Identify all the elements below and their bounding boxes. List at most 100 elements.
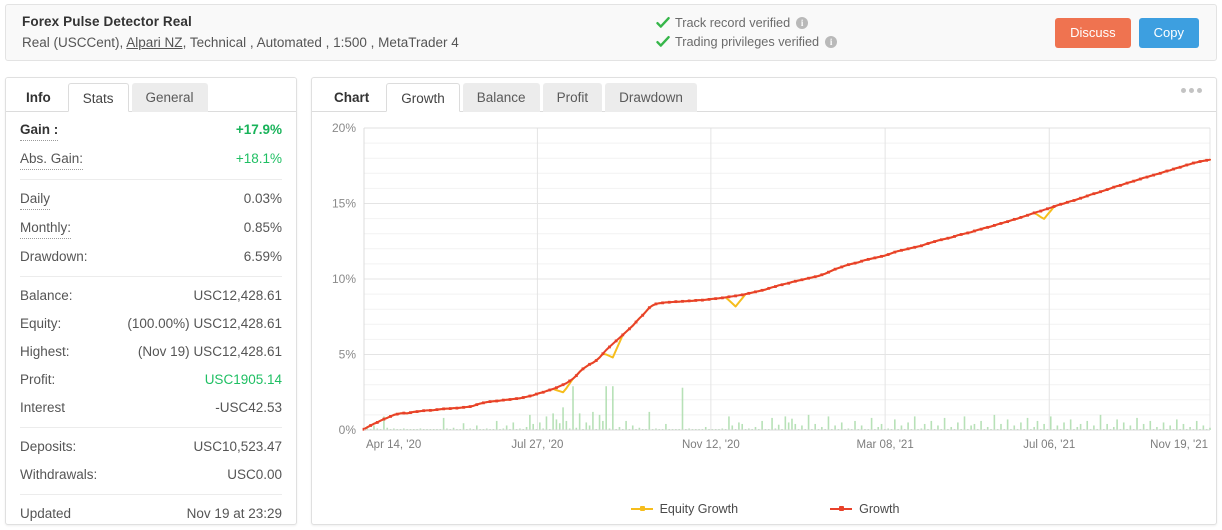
stat-value-wrap: (100.00%) USC12,428.61 bbox=[127, 314, 282, 334]
system-meta-rest: , Technical , Automated , 1:500 , MetaTr… bbox=[182, 34, 459, 50]
tab-balance[interactable]: Balance bbox=[462, 83, 540, 112]
stat-row-balance: Balance: USC12,428.61 bbox=[20, 282, 282, 310]
tab-stats[interactable]: Stats bbox=[67, 83, 129, 112]
svg-text:15%: 15% bbox=[332, 197, 356, 211]
svg-text:Nov 12, '20: Nov 12, '20 bbox=[682, 439, 740, 451]
divider bbox=[20, 427, 282, 428]
tab-info[interactable]: Info bbox=[12, 83, 65, 112]
verification-list: Track record verified i Trading privileg… bbox=[646, 13, 1055, 52]
legend-swatch-growth bbox=[830, 506, 853, 511]
stat-label: Interest bbox=[20, 400, 66, 415]
account-type: Real (USCCent), bbox=[22, 34, 124, 50]
stat-value: Nov 19 at 23:29 bbox=[186, 506, 282, 521]
stat-row-abs-gain: Abs. Gain: +18.1% bbox=[20, 145, 282, 174]
stat-value: USC12,428.61 bbox=[193, 288, 282, 303]
stat-label[interactable]: Monthly: bbox=[20, 218, 72, 239]
stat-label[interactable]: Abs. Gain: bbox=[20, 149, 84, 170]
page-root: Forex Pulse Detector Real Real (USCCent)… bbox=[0, 0, 1222, 530]
growth-chart-svg: 0% 5% 10% 15% 20% Apr 14, '20 Jul 27, '20 Nov 1… bbox=[332, 121, 1211, 451]
divider bbox=[20, 179, 282, 180]
stat-label: Equity: bbox=[20, 316, 62, 331]
svg-text:Mar 08, '21: Mar 08, '21 bbox=[857, 439, 914, 451]
stats-group-meta: Updated Nov 19 at 23:29 Tracking 3 bbox=[20, 500, 282, 524]
stats-group-performance: Daily 0.03% Monthly: 0.85% Drawdown: 6.5… bbox=[20, 185, 282, 271]
stat-value: 0.03% bbox=[243, 191, 282, 206]
stat-label: Drawdown: bbox=[20, 249, 88, 264]
divider bbox=[20, 276, 282, 277]
legend-item-growth[interactable]: Growth bbox=[830, 502, 899, 516]
stats-group-account: Balance: USC12,428.61 Equity: (100.00%) … bbox=[20, 282, 282, 422]
check-icon bbox=[656, 16, 670, 30]
legend-label: Growth bbox=[859, 502, 900, 516]
stat-row-monthly: Monthly: 0.85% bbox=[20, 214, 282, 243]
stat-value-prefix: (Nov 19) bbox=[137, 344, 190, 359]
stat-row-withdrawals: Withdrawals: USC0.00 bbox=[20, 461, 282, 489]
stat-label[interactable]: Daily bbox=[20, 189, 51, 210]
system-header: Forex Pulse Detector Real Real (USCCent)… bbox=[5, 4, 1217, 61]
stat-label[interactable]: Gain : bbox=[20, 120, 59, 141]
tab-drawdown[interactable]: Drawdown bbox=[605, 83, 697, 112]
stat-row-interest: Interest -USC42.53 bbox=[20, 394, 282, 422]
stat-value: 0.85% bbox=[243, 220, 282, 235]
stat-row-daily: Daily 0.03% bbox=[20, 185, 282, 214]
tab-chart[interactable]: Chart bbox=[320, 83, 383, 112]
svg-text:Nov 19, '21: Nov 19, '21 bbox=[1150, 439, 1208, 451]
stat-row-gain: Gain : +17.9% bbox=[20, 116, 282, 145]
header-actions: Discuss Copy bbox=[1055, 17, 1216, 48]
page-title: Forex Pulse Detector Real bbox=[22, 13, 192, 29]
stat-label: Profit: bbox=[20, 372, 56, 387]
check-icon bbox=[656, 35, 670, 49]
stats-tabbar: Info Stats General bbox=[6, 78, 296, 112]
stat-label: Highest: bbox=[20, 344, 70, 359]
stat-value: USC0.00 bbox=[227, 467, 282, 482]
verification-label: Trading privileges verified bbox=[675, 35, 820, 49]
growth-chart: 0% 5% 10% 15% 20% Apr 14, '20 Jul 27, '20 Nov 1… bbox=[312, 112, 1216, 524]
broker-link[interactable]: Alpari NZ bbox=[126, 35, 182, 50]
stat-row-highest: Highest: (Nov 19) USC12,428.61 bbox=[20, 338, 282, 366]
stat-row-updated: Updated Nov 19 at 23:29 bbox=[20, 500, 282, 524]
svg-text:5%: 5% bbox=[339, 348, 357, 362]
system-meta: Real (USCCent), Alpari NZ, Technical , A… bbox=[22, 33, 646, 53]
stat-label: Withdrawals: bbox=[20, 467, 98, 482]
legend-swatch-equity bbox=[630, 506, 653, 511]
stat-label: Balance: bbox=[20, 288, 73, 303]
tab-profit[interactable]: Profit bbox=[542, 83, 603, 112]
stat-value-wrap: (Nov 19) USC12,428.61 bbox=[138, 342, 282, 362]
stat-row-drawdown: Drawdown: 6.59% bbox=[20, 243, 282, 271]
svg-text:Jul 06, '21: Jul 06, '21 bbox=[1023, 439, 1075, 451]
info-icon[interactable]: i bbox=[825, 36, 838, 48]
svg-text:Jul 27, '20: Jul 27, '20 bbox=[511, 439, 563, 451]
svg-text:10%: 10% bbox=[332, 272, 356, 286]
stat-label: Deposits: bbox=[20, 439, 77, 454]
stat-value-prefix: (100.00%) bbox=[127, 316, 190, 331]
divider bbox=[20, 494, 282, 495]
ellipsis-icon[interactable] bbox=[1181, 88, 1202, 93]
chart-tabbar: Chart Growth Balance Profit Drawdown bbox=[312, 78, 1216, 112]
system-identity: Forex Pulse Detector Real Real (USCCent)… bbox=[6, 13, 646, 53]
stat-value: USC12,428.61 bbox=[193, 344, 282, 359]
stat-row-deposits: Deposits: USC10,523.47 bbox=[20, 433, 282, 461]
tab-growth[interactable]: Growth bbox=[386, 83, 460, 112]
stat-value: -USC42.53 bbox=[215, 400, 282, 415]
stat-row-equity: Equity: (100.00%) USC12,428.61 bbox=[20, 310, 282, 338]
svg-text:Apr 14, '20: Apr 14, '20 bbox=[366, 439, 421, 451]
legend-label: Equity Growth bbox=[659, 502, 739, 516]
stat-value: USC12,428.61 bbox=[193, 316, 282, 331]
info-icon[interactable]: i bbox=[796, 17, 809, 29]
tab-general[interactable]: General bbox=[131, 83, 208, 112]
chart-panel: Chart Growth Balance Profit Drawdown 0% 5… bbox=[311, 77, 1217, 525]
stats-panel: Info Stats General Gain : +17.9% Abs. Ga… bbox=[5, 77, 297, 525]
copy-button[interactable]: Copy bbox=[1138, 17, 1199, 48]
stat-value: 6.59% bbox=[243, 249, 282, 264]
svg-text:20%: 20% bbox=[332, 121, 356, 135]
legend-item-equity-growth[interactable]: Equity Growth bbox=[630, 502, 739, 516]
stat-value: USC10,523.47 bbox=[193, 439, 282, 454]
stat-value: +17.9% bbox=[235, 122, 282, 137]
stat-label: Updated bbox=[20, 506, 72, 521]
stats-group-funding: Deposits: USC10,523.47 Withdrawals: USC0… bbox=[20, 433, 282, 489]
stat-value: +18.1% bbox=[235, 151, 282, 166]
discuss-button[interactable]: Discuss bbox=[1055, 17, 1131, 48]
verification-label: Track record verified bbox=[675, 16, 791, 30]
chart-legend: Equity Growth Growth bbox=[312, 502, 1216, 516]
stats-list: Gain : +17.9% Abs. Gain: +18.1% Daily 0.… bbox=[6, 112, 296, 524]
